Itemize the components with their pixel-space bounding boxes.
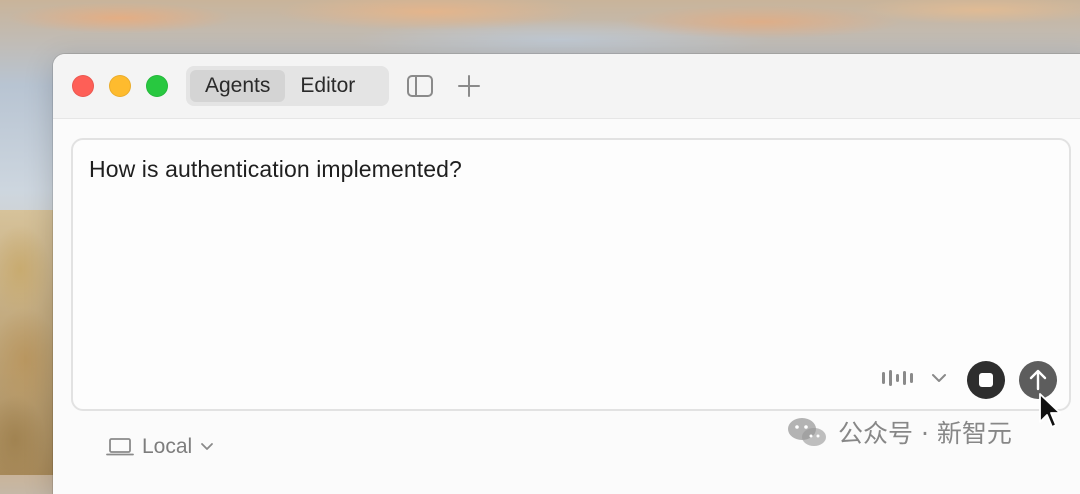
- chevron-down-icon[interactable]: [931, 372, 947, 384]
- maximize-window-button[interactable]: [146, 75, 168, 97]
- close-window-button[interactable]: [72, 75, 94, 97]
- watermark-text: 公众号 · 新智元: [838, 419, 1012, 448]
- plus-icon[interactable]: [455, 72, 483, 100]
- location-selector[interactable]: Local: [106, 432, 214, 462]
- mouse-pointer-icon: [1039, 393, 1061, 428]
- prompt-box[interactable]: How is authentication implemented?: [71, 138, 1071, 411]
- stop-icon: [979, 373, 993, 387]
- stop-button[interactable]: [967, 361, 1005, 399]
- tab-editor[interactable]: Editor: [285, 70, 370, 102]
- minimize-window-button[interactable]: [109, 75, 131, 97]
- view-switcher: Agents Editor: [186, 66, 389, 106]
- location-label: Local: [142, 435, 193, 458]
- wallpaper-tree: [0, 210, 56, 475]
- watermark: 公众号 · 新智元: [786, 414, 1012, 450]
- wechat-icon: [788, 418, 826, 446]
- audio-bars-icon[interactable]: [881, 368, 915, 388]
- prompt-input[interactable]: How is authentication implemented?: [89, 156, 462, 183]
- laptop-icon: [106, 438, 134, 456]
- sidebar-toggle-icon[interactable]: [406, 72, 434, 100]
- tab-agents[interactable]: Agents: [190, 70, 286, 102]
- title-bar: Agents Editor: [53, 54, 1080, 119]
- chevron-down-icon: [201, 443, 214, 450]
- app-window: Agents Editor How is authentication impl…: [53, 54, 1080, 494]
